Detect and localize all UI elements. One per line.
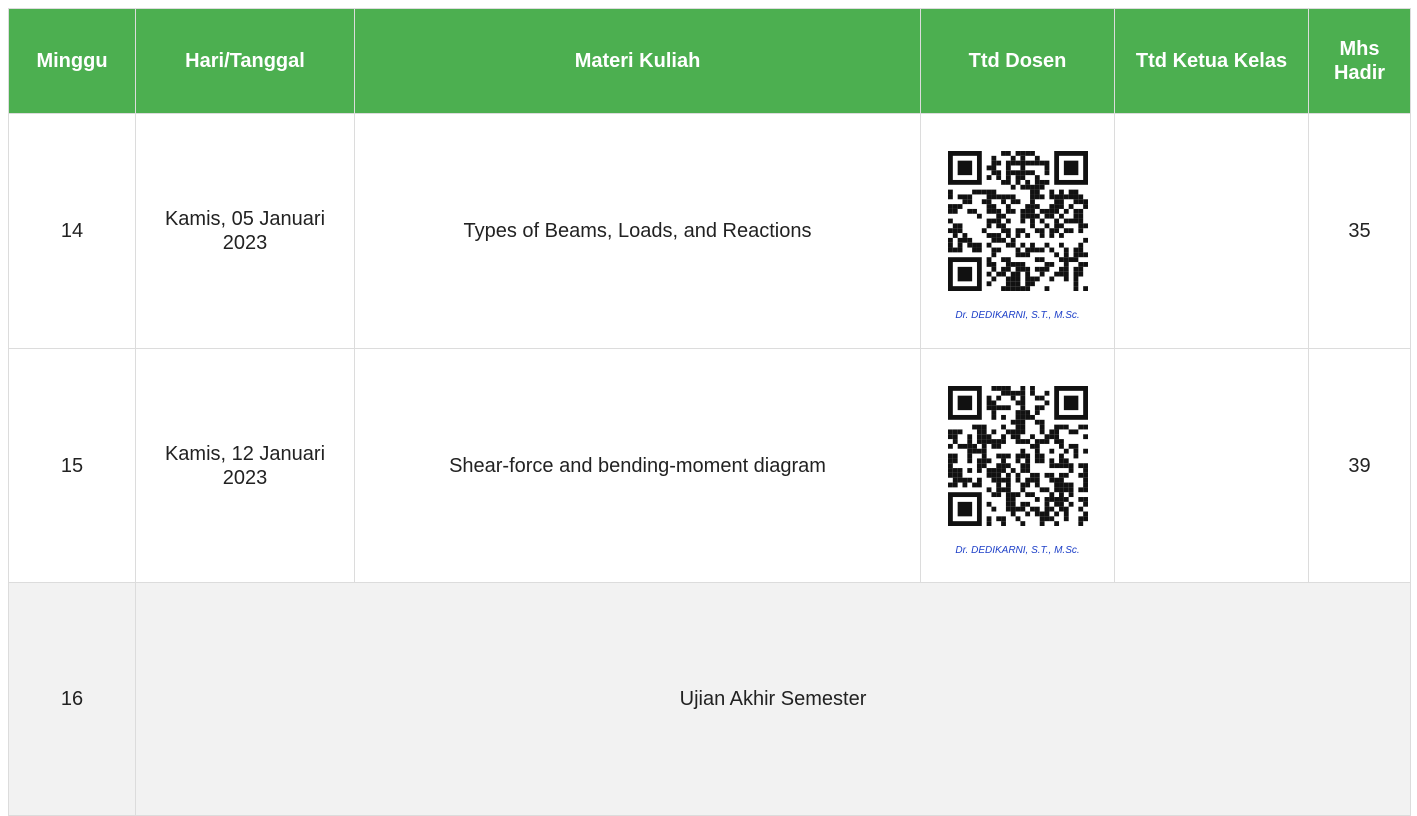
cell-minggu: 15 bbox=[8, 348, 136, 583]
cell-hari-tanggal: Kamis, 12 Januari 2023 bbox=[135, 348, 355, 583]
table-row: 16 Ujian Akhir Semester bbox=[8, 582, 1411, 816]
table-row: 15 Kamis, 12 Januari 2023 Shear-force an… bbox=[8, 348, 1411, 583]
cell-ttd-dosen: Dr. DEDIKARNI, S.T., M.Sc. bbox=[920, 348, 1115, 583]
cell-ttd-ketua bbox=[1114, 113, 1309, 349]
qr-code-icon bbox=[936, 140, 1099, 302]
attendance-table-wrapper: Minggu Hari/Tanggal Materi Kuliah Ttd Do… bbox=[8, 8, 1411, 816]
cell-hari-tanggal: Kamis, 05 Januari 2023 bbox=[135, 113, 355, 349]
header-hari-tanggal: Hari/Tanggal bbox=[135, 8, 355, 114]
table-row: 14 Kamis, 05 Januari 2023 Types of Beams… bbox=[8, 113, 1411, 349]
attendance-table: Minggu Hari/Tanggal Materi Kuliah Ttd Do… bbox=[8, 8, 1411, 816]
dosen-signature-name: Dr. DEDIKARNI, S.T., M.Sc. bbox=[955, 544, 1080, 556]
header-minggu: Minggu bbox=[8, 8, 136, 114]
header-ttd-ketua-kelas: Ttd Ketua Kelas bbox=[1114, 8, 1309, 114]
qr-code-icon bbox=[936, 374, 1099, 537]
cell-ttd-ketua bbox=[1114, 348, 1309, 583]
header-mhs-hadir: Mhs Hadir bbox=[1308, 8, 1411, 114]
cell-mhs-hadir: 35 bbox=[1308, 113, 1411, 349]
header-materi-kuliah: Materi Kuliah bbox=[354, 8, 921, 114]
cell-exam-note: Ujian Akhir Semester bbox=[135, 582, 1411, 816]
cell-mhs-hadir: 39 bbox=[1308, 348, 1411, 583]
cell-minggu: 16 bbox=[8, 582, 136, 816]
cell-ttd-dosen: Dr. DEDIKARNI, S.T., M.Sc. bbox=[920, 113, 1115, 349]
header-ttd-dosen: Ttd Dosen bbox=[920, 8, 1115, 114]
table-header-row: Minggu Hari/Tanggal Materi Kuliah Ttd Do… bbox=[8, 8, 1411, 114]
dosen-signature-name: Dr. DEDIKARNI, S.T., M.Sc. bbox=[955, 310, 1080, 321]
cell-minggu: 14 bbox=[8, 113, 136, 349]
cell-materi: Shear-force and bending-moment diagram bbox=[354, 348, 921, 583]
cell-materi: Types of Beams, Loads, and Reactions bbox=[354, 113, 921, 349]
